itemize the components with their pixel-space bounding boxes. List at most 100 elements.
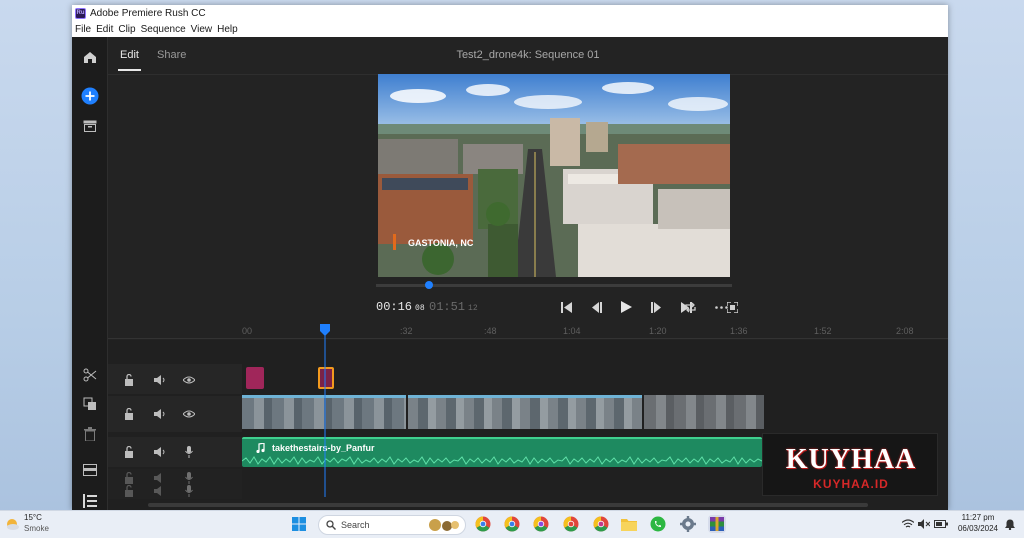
record-voiceover-button[interactable]	[182, 445, 196, 459]
watermark-title: KUYHAA	[785, 444, 917, 475]
menu-sequence[interactable]: Sequence	[141, 22, 186, 37]
go-to-start-button[interactable]	[557, 298, 575, 316]
project-assets-button[interactable]	[80, 116, 100, 136]
home-button[interactable]	[80, 47, 100, 67]
archive-icon	[83, 120, 97, 132]
watermark-subtitle: KUYHAA.ID	[813, 477, 889, 491]
scrubber-handle[interactable]	[425, 281, 434, 289]
mute-track-button[interactable]	[153, 445, 167, 459]
search-placeholder: Search	[341, 520, 370, 530]
step-back-icon	[591, 301, 602, 313]
music-note-icon	[256, 443, 265, 453]
wifi-icon[interactable]	[902, 519, 914, 529]
gear-icon	[680, 516, 696, 532]
weather-desc: Smoke	[24, 524, 49, 533]
timeline-ruler[interactable]: 00 :32 :48 1:04 1:20 1:36 1:52 2:08	[108, 323, 948, 339]
menu-clip[interactable]: Clip	[118, 22, 135, 37]
record-voiceover-button[interactable]	[182, 471, 196, 485]
taskbar-chrome-4[interactable]	[562, 515, 580, 533]
track-controls-button[interactable]	[81, 492, 99, 510]
ruler-label: 1:20	[649, 326, 667, 336]
folder-icon	[621, 519, 637, 531]
battery-icon[interactable]	[934, 520, 948, 528]
taskbar-chrome-1[interactable]	[474, 515, 492, 533]
notification-bell-icon[interactable]	[1005, 519, 1015, 530]
plus-circle-icon	[81, 87, 99, 105]
watermark-logo: KUYHAA KUYHAA.ID	[762, 433, 938, 496]
weather-sun-icon	[7, 519, 19, 530]
taskbar-search[interactable]: Search	[318, 515, 466, 535]
speaker-icon	[154, 486, 161, 496]
track-list-icon	[83, 494, 97, 508]
step-forward-button[interactable]	[647, 298, 665, 316]
playhead[interactable]	[320, 324, 330, 497]
preview-overlay-text: GASTONIA, NC	[408, 238, 474, 248]
weather-temp: 15°C	[24, 513, 42, 522]
current-timecode: 00:16 08	[376, 300, 425, 314]
taskbar-chrome-3[interactable]	[532, 515, 550, 533]
menu-edit[interactable]: Edit	[96, 22, 113, 37]
tab-share[interactable]: Share	[157, 49, 186, 61]
add-media-button[interactable]	[80, 86, 100, 106]
step-back-button[interactable]	[587, 298, 605, 316]
unlock-icon	[125, 446, 133, 458]
taskbar-whatsapp[interactable]	[649, 515, 667, 533]
video-track-header	[108, 396, 242, 432]
clock-date[interactable]: 06/03/2024	[952, 524, 1004, 533]
scissors-icon	[83, 368, 97, 382]
clock-time[interactable]: 11:27 pm	[958, 513, 998, 522]
video-clip[interactable]	[408, 395, 642, 429]
ruler-label: 2:08	[896, 326, 914, 336]
lock-track-button[interactable]	[122, 471, 136, 485]
record-voiceover-button[interactable]	[182, 484, 196, 498]
toggle-visibility-button[interactable]	[182, 373, 196, 387]
ruler-label: :48	[484, 326, 497, 336]
menu-file[interactable]: File	[75, 22, 91, 37]
video-clip[interactable]	[644, 395, 764, 429]
ruler-label: :32	[400, 326, 413, 336]
ruler-label: 00	[242, 326, 253, 336]
taskbar-settings[interactable]	[679, 515, 697, 533]
duplicate-clip-button[interactable]	[81, 395, 99, 413]
ruler-label: 1:52	[814, 326, 832, 336]
taskbar-chrome-5[interactable]	[592, 515, 610, 533]
duration-timecode: 01:51 12	[429, 300, 478, 314]
speaker-icon	[154, 375, 165, 385]
mute-track-button[interactable]	[153, 407, 167, 421]
title-track-header	[108, 364, 242, 394]
audio-track-header	[108, 437, 242, 467]
start-button[interactable]	[290, 515, 308, 533]
taskbar-winrar[interactable]	[708, 515, 726, 533]
loop-button[interactable]	[681, 298, 699, 316]
lock-track-button[interactable]	[122, 407, 136, 421]
extra-tracks-header	[108, 469, 242, 499]
menu-view[interactable]: View	[191, 22, 213, 37]
lock-track-button[interactable]	[122, 373, 136, 387]
tab-edit[interactable]: Edit	[118, 49, 141, 71]
menu-help[interactable]: Help	[217, 22, 238, 37]
premiere-rush-app-icon: Ru	[75, 8, 86, 19]
sequence-title: Test2_drone4k: Sequence 01	[456, 49, 600, 61]
mute-track-button[interactable]	[153, 471, 167, 485]
play-button[interactable]	[617, 298, 635, 316]
delete-clip-button[interactable]	[81, 425, 99, 443]
toggle-visibility-button[interactable]	[182, 407, 196, 421]
add-title-button[interactable]	[81, 461, 99, 479]
speaker-icon	[154, 473, 161, 483]
taskbar-chrome-2[interactable]	[503, 515, 521, 533]
video-frame-image: GASTONIA, NC	[378, 74, 730, 277]
header-bar: Test2_drone4k: Sequence 01 Edit Share	[108, 37, 948, 75]
mute-track-button[interactable]	[153, 373, 167, 387]
volume-muted-icon[interactable]	[918, 519, 930, 529]
ruler-label: 1:04	[563, 326, 581, 336]
mute-track-button[interactable]	[153, 484, 167, 498]
speaker-icon	[154, 447, 165, 457]
lock-track-button[interactable]	[122, 484, 136, 498]
taskbar-file-explorer[interactable]	[620, 515, 638, 533]
timeline-scrollbar[interactable]	[148, 503, 868, 507]
split-clip-button[interactable]	[81, 366, 99, 384]
more-options-button[interactable]	[712, 298, 730, 316]
lock-track-button[interactable]	[122, 445, 136, 459]
unlock-icon	[125, 472, 133, 484]
title-clip[interactable]	[246, 367, 264, 389]
